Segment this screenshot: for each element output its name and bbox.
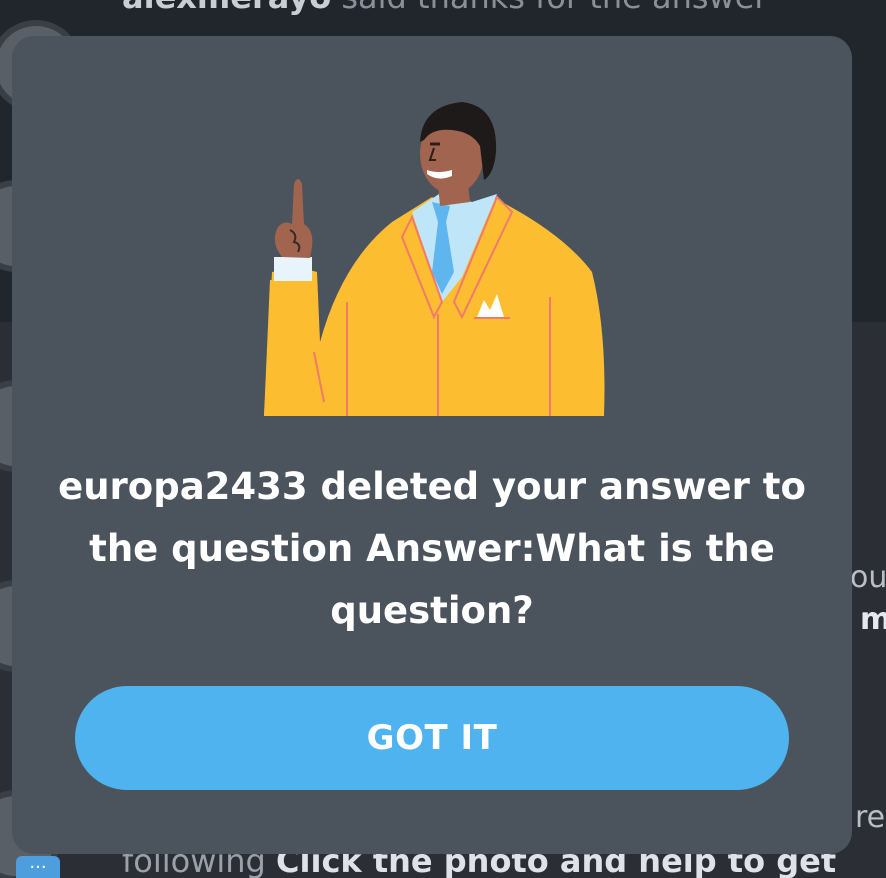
background-notification-text: said thanks for the answer [331,0,767,16]
background-text-fragment: m [860,602,886,637]
deleted-answer-dialog: europa2433 deleted your answer to the qu… [12,36,852,854]
chat-icon[interactable]: ··· [16,856,60,878]
background-notification-username: alexmerayo [122,0,331,16]
got-it-button[interactable]: GOT IT [75,686,789,790]
background-notification-top: alexmerayo said thanks for the answer [122,0,768,16]
man-pointing-up-illustration [264,102,605,416]
background-text-fragment: ou [850,560,886,595]
dialog-message: europa2433 deleted your answer to the qu… [58,465,806,632]
background-text-fragment: re [855,800,886,835]
